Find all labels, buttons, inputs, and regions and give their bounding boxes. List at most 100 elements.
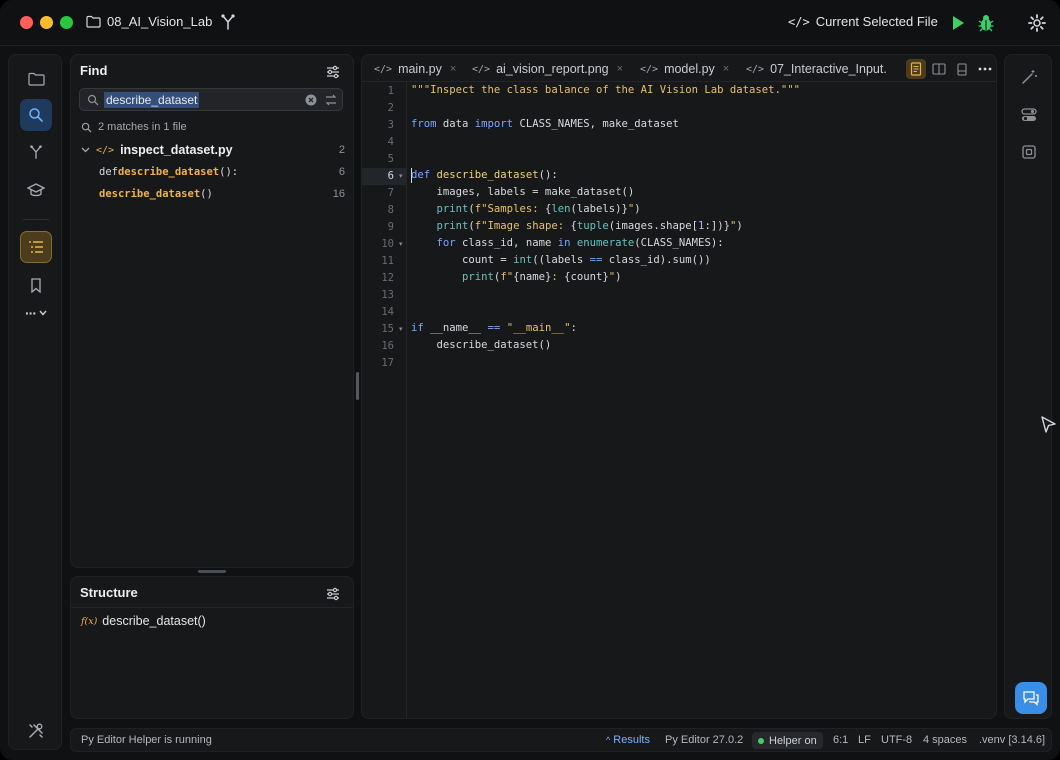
tab-interactive-input[interactable]: </> 07_Interactive_Input.p [746,60,894,78]
fold-chevron-icon[interactable]: ▾ [399,240,403,248]
file-encoding[interactable]: UTF-8 [881,734,912,746]
outline-list-icon [29,241,43,253]
filter-settings-icon[interactable] [325,586,341,602]
cursor-position[interactable]: 6:1 [833,734,848,746]
zoom-window-button[interactable] [60,16,73,29]
match-row[interactable]: def describe_dataset (): 6 [99,163,345,181]
result-file-row[interactable]: </> inspect_dataset.py 2 [81,141,345,159]
git-branch-icon[interactable] [219,13,237,31]
project-selector[interactable]: 08_AI_Vision_Lab [86,14,212,29]
line-number: 4 [387,136,394,148]
activity-divider [23,219,49,220]
line-number: 6 [387,170,394,182]
fold-chevron-icon[interactable]: ▾ [399,172,403,180]
code-line: images, labels = make_dataset() [411,186,635,198]
line-number-gutter: 1 2 3 4 5 6 ▾ 7 8 9 10 ▾ 11 12 13 14 15 ▾ 16 17 [362,82,407,718]
outline-view-button[interactable] [20,231,52,263]
reader-mode-button[interactable] [906,59,926,79]
line-number: 11 [381,255,394,267]
line-number: 14 [381,306,394,318]
match-prefix: def [99,166,118,178]
magic-wand-icon[interactable] [1020,68,1038,86]
code-line: def describe_dataset(): [411,169,558,181]
chip-icon[interactable] [1020,143,1038,161]
debug-bug-icon[interactable] [976,13,996,33]
chevron-down-icon [39,310,47,316]
tab-label: main.py [398,62,442,76]
git-branch-icon [30,145,42,159]
pointer-cursor-icon[interactable] [1038,414,1058,436]
python-interpreter[interactable]: .venv [3.14.6] [979,734,1045,746]
tab-main-py[interactable]: </> main.py × [374,60,456,78]
code-line: print(f"{name}: {count}") [462,271,622,283]
run-button[interactable] [950,14,966,32]
run-target-selector[interactable]: </> Current Selected File [788,14,938,29]
more-actions-button[interactable] [975,59,995,79]
structure-divider [71,607,353,608]
folder-icon [27,72,45,86]
filter-settings-icon[interactable] [325,64,341,80]
panel-resize-handle[interactable] [198,570,226,573]
search-input[interactable]: describe_dataset [79,88,343,111]
close-tab-icon[interactable]: × [723,63,729,75]
match-suffix: (): [219,166,239,178]
bookmark-icon [31,277,41,293]
match-line-number: 16 [332,188,345,200]
source-control-button[interactable] [20,136,52,168]
python-file-icon: </> [96,144,115,156]
chevron-up-icon: ^ [606,735,611,745]
minimize-window-button[interactable] [40,16,53,29]
match-row[interactable]: describe_dataset () 16 [99,185,345,203]
results-label: Results [613,734,650,746]
gear-icon[interactable] [1027,13,1047,33]
explorer-button[interactable] [20,63,52,95]
more-views-button[interactable]: ··· [20,300,52,326]
indentation[interactable]: 4 spaces [923,734,967,746]
code-line: count = int((labels == class_id).sum()) [411,254,711,266]
match-highlight: describe_dataset [117,166,220,178]
results-toggle[interactable]: ^ Results [606,734,650,746]
line-number: 13 [381,289,394,301]
tools-button[interactable] [20,715,52,747]
line-ending[interactable]: LF [858,734,871,746]
layout-toggle-button[interactable] [952,59,972,79]
toggles-icon[interactable] [1020,106,1038,124]
line-number: 12 [381,272,394,284]
activity-bar: ··· [8,54,62,750]
status-dot-icon [758,737,764,744]
bookmarks-button[interactable] [20,269,52,301]
fold-chevron-icon[interactable]: ▾ [399,325,403,333]
line-number: 9 [387,221,394,233]
code-line: for class_id, name in enumerate(CLASS_NA… [436,237,724,249]
tab-actions [886,58,996,80]
search-view-button[interactable] [20,99,52,131]
close-tab-icon[interactable]: × [450,63,456,75]
structure-item[interactable]: f(x) describe_dataset() [81,614,206,628]
tab-model-py[interactable]: </> model.py × [640,60,729,78]
structure-panel: Structure f(x) describe_dataset() [70,576,354,719]
line-number: 3 [387,119,394,131]
chat-button[interactable] [1015,682,1047,714]
close-window-button[interactable] [20,16,33,29]
match-summary-text: 2 matches in 1 file [98,121,187,133]
split-view-icon [932,63,946,75]
learn-button[interactable] [20,174,52,206]
split-editor-button[interactable] [929,59,949,79]
title-bar: 08_AI_Vision_Lab </> Current Selected Fi… [0,0,1060,46]
editor-version[interactable]: Py Editor 27.0.2 [665,734,743,746]
split-resize-handle[interactable] [356,372,359,400]
line-number: 17 [381,357,394,369]
match-line-number: 6 [338,166,345,178]
search-icon [87,94,99,106]
line-number: 15 [381,323,394,335]
clear-search-icon[interactable] [305,94,317,106]
search-query: describe_dataset [104,92,200,108]
more-horizontal-icon [978,67,992,71]
helper-status[interactable]: Helper on [752,732,823,749]
replace-toggle-icon[interactable] [324,93,338,107]
search-icon [81,122,92,133]
right-tool-bar [1004,54,1052,719]
status-bar: Py Editor Helper is running ^ Results Py… [70,728,1052,752]
tab-ai-vision-report[interactable]: </> ai_vision_report.png × [472,60,623,78]
close-tab-icon[interactable]: × [617,63,623,75]
